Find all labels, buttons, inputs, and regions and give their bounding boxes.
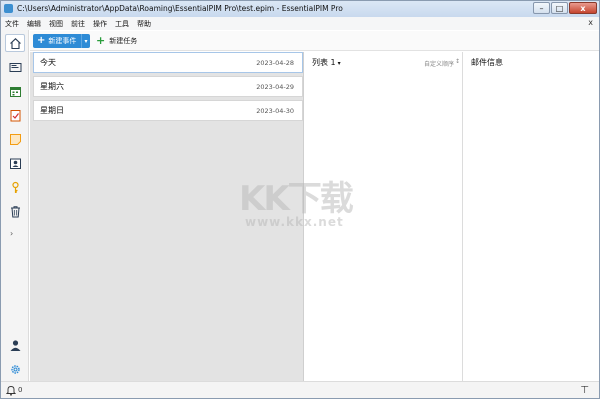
rail-tasks[interactable]	[5, 106, 25, 124]
list-title: 列表 1	[312, 58, 336, 67]
rail-contacts[interactable]	[5, 154, 25, 172]
mail-info-pane: 邮件信息	[464, 52, 599, 381]
calendar-icon	[9, 86, 21, 97]
rail-calendar[interactable]	[5, 82, 25, 100]
rail-home[interactable]	[5, 34, 25, 52]
app-icon	[4, 4, 13, 13]
day-row-sunday[interactable]: 星期日 2023-04-30	[33, 100, 303, 121]
menu-close-button[interactable]: x	[588, 18, 593, 27]
day-row-today[interactable]: 今天 2023-04-28	[33, 52, 303, 73]
menu-tools[interactable]: 工具	[111, 19, 133, 29]
passwords-icon	[11, 181, 19, 193]
day-name: 今天	[40, 58, 56, 67]
rail-mail[interactable]	[5, 58, 25, 76]
new-event-label: 新建事件	[48, 37, 77, 45]
watermark-url: www.kkx.net	[245, 215, 344, 229]
rail-trash[interactable]	[5, 202, 25, 220]
sort-icon[interactable]: ↕	[455, 58, 460, 65]
app-window: C:\Users\Administrator\AppData\Roaming\E…	[0, 0, 600, 399]
rail-account[interactable]	[5, 336, 25, 354]
menu-bar: 文件 编辑 视图 前往 操作 工具 帮助 x	[1, 17, 599, 30]
mail-info-title: 邮件信息	[471, 58, 503, 67]
new-event-dropdown-button[interactable]: ▾	[81, 34, 90, 48]
menu-file[interactable]: 文件	[1, 19, 23, 29]
window-controls: – □ x	[533, 2, 597, 16]
sort-order-button[interactable]: 自定义顺序	[424, 59, 454, 68]
close-button[interactable]: x	[569, 2, 597, 14]
status-bar: 0 ⊤	[1, 381, 599, 398]
new-task-label: 新建任务	[109, 37, 138, 45]
title-bar: C:\Users\Administrator\AppData\Roaming\E…	[1, 1, 599, 17]
menu-edit[interactable]: 编辑	[23, 19, 45, 29]
plus-icon: +	[96, 34, 106, 47]
toolbar: + 新建事件 ▾ + 新建任务	[30, 31, 599, 51]
reminder-count: 0	[18, 386, 23, 394]
tasks-icon	[10, 109, 20, 121]
maximize-button[interactable]: □	[551, 2, 568, 14]
rail-expand-button[interactable]: ›	[10, 229, 13, 238]
module-rail: ›	[1, 30, 29, 381]
bell-icon[interactable]	[6, 385, 16, 396]
home-icon	[9, 37, 21, 49]
watermark-logo: KK下载	[239, 179, 354, 219]
chevron-down-icon: ▾	[337, 60, 341, 67]
day-date: 2023-04-29	[256, 83, 294, 91]
list-selector[interactable]: 列表 1 ▾	[312, 57, 341, 68]
day-name: 星期日	[40, 106, 64, 115]
rail-notes[interactable]	[5, 130, 25, 148]
window-title: C:\Users\Administrator\AppData\Roaming\E…	[17, 4, 343, 13]
rail-settings[interactable]	[5, 360, 25, 378]
rail-passwords[interactable]	[5, 178, 25, 196]
mail-icon	[9, 62, 21, 72]
contacts-icon	[9, 158, 21, 169]
account-icon	[10, 339, 20, 351]
new-event-button[interactable]: + 新建事件 ▾	[33, 34, 90, 48]
day-row-saturday[interactable]: 星期六 2023-04-29	[33, 76, 303, 97]
menu-actions[interactable]: 操作	[89, 19, 111, 29]
menu-help[interactable]: 帮助	[133, 19, 155, 29]
trash-icon	[10, 205, 20, 217]
day-date: 2023-04-30	[256, 107, 294, 115]
day-name: 星期六	[40, 82, 64, 91]
minimize-button[interactable]: –	[533, 2, 550, 14]
menu-go[interactable]: 前往	[67, 19, 89, 29]
day-date: 2023-04-28	[256, 59, 294, 67]
settings-icon	[10, 364, 20, 374]
pin-icon[interactable]: ⊤	[580, 385, 589, 396]
menu-view[interactable]: 视图	[45, 19, 67, 29]
watermark: KK下载 www.kkx.net	[231, 171, 371, 241]
plus-icon: +	[37, 35, 46, 46]
notes-icon	[9, 133, 21, 145]
new-task-button[interactable]: + 新建任务	[96, 34, 137, 48]
